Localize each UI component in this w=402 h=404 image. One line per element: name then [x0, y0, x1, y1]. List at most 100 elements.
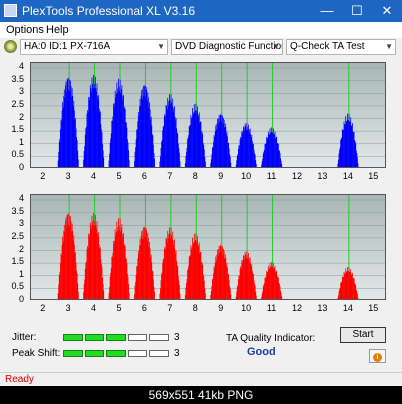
window-title: PlexTools Professional XL V3.16 [22, 4, 195, 18]
x-tick-label: 4 [91, 303, 97, 313]
distribution-bar [104, 167, 105, 168]
x-tick-label: 2 [40, 171, 46, 181]
distribution-peak [210, 244, 232, 299]
meter-segment [84, 334, 105, 341]
x-tick-label: 13 [317, 303, 328, 313]
x-tick-label: 10 [241, 303, 252, 313]
image-caption: 569x551 41kb PNG [0, 386, 402, 404]
function-select-value: DVD Diagnostic Functions [175, 41, 283, 52]
chevron-down-icon: ▼ [272, 42, 280, 51]
chart-svg [31, 63, 385, 168]
menu-options[interactable]: Options [6, 24, 44, 36]
test-select-value: Q-Check TA Test [290, 41, 365, 52]
drive-select-value: HA:0 ID:1 PX-716A [24, 41, 111, 52]
minimize-button[interactable]: — [312, 0, 342, 22]
app-icon [4, 4, 17, 17]
distribution-peak [108, 78, 130, 168]
y-tick-label: 0 [18, 162, 24, 172]
distribution-peak [261, 127, 283, 167]
distribution-bar [129, 167, 130, 168]
y-tick-label: 3 [18, 86, 24, 97]
distribution-bar [281, 164, 283, 167]
distribution-bar [128, 292, 130, 299]
distribution-peak [57, 213, 79, 300]
function-select[interactable]: DVD Diagnostic Functions ▼ [171, 39, 283, 55]
peak-shift-meter [63, 350, 169, 357]
x-tick-label: 9 [218, 171, 224, 181]
distribution-peak [57, 77, 79, 168]
close-button[interactable]: ✕ [372, 0, 402, 22]
meter-segment [149, 334, 169, 341]
x-tick-label: 5 [116, 171, 122, 181]
plot-area [30, 194, 386, 300]
x-tick-label: 5 [116, 303, 122, 313]
distribution-peak [337, 267, 359, 299]
test-select[interactable]: Q-Check TA Test ▼ [286, 39, 396, 55]
x-tick-label: 6 [141, 303, 147, 313]
x-tick-label: 4 [91, 171, 97, 181]
distribution-peak [337, 113, 359, 167]
menu-help[interactable]: Help [46, 24, 69, 36]
distribution-bar [230, 162, 232, 167]
x-tick-label: 3 [65, 303, 71, 313]
peak-shift-label: Peak Shift: [12, 348, 61, 359]
distribution-peak [108, 218, 130, 299]
distribution-peak [184, 103, 206, 167]
distribution-peak [210, 113, 232, 167]
y-tick-label: 2 [18, 243, 24, 254]
distribution-bar [205, 293, 206, 299]
distribution-bar [154, 158, 155, 167]
info-button[interactable]: i [369, 349, 386, 363]
distribution-bar [154, 291, 155, 299]
y-tick-label: 2.5 [11, 230, 24, 241]
info-icon: i [373, 353, 382, 362]
x-tick-label: 2 [40, 303, 46, 313]
y-tick-label: 2 [18, 111, 24, 122]
distribution-bar [357, 293, 358, 299]
meter-segment [127, 350, 148, 357]
x-tick-label: 12 [291, 171, 302, 181]
y-tick-label: 4 [18, 193, 24, 204]
ta-chart-red: 4 3.5 3 2.5 2 1.5 1 0.5 0 2 3 4 5 6 7 8 9 10 11 12 13 14 15 [6, 192, 395, 314]
x-tick-label: 11 [266, 303, 277, 313]
x-tick-label: 12 [291, 303, 302, 313]
distribution-bar [103, 290, 105, 299]
x-tick-label: 13 [317, 171, 328, 181]
toolbar: HA:0 ID:1 PX-716A ▼ DVD Diagnostic Funct… [0, 38, 402, 56]
meter-segment [63, 350, 83, 357]
distribution-bar [77, 159, 79, 167]
y-tick-label: 1.5 [11, 256, 24, 267]
distribution-peak [83, 213, 105, 299]
drive-select[interactable]: HA:0 ID:1 PX-716A ▼ [20, 39, 168, 55]
distribution-bar [230, 294, 232, 299]
meter-segment [149, 350, 169, 357]
distribution-peak [235, 122, 257, 167]
disc-drive-icon [4, 40, 17, 53]
distribution-bar [179, 293, 181, 299]
chevron-down-icon: ▼ [157, 42, 165, 51]
results-panel: Jitter: 3 Peak Shift: 3 TA Quality Indic… [0, 319, 402, 369]
distribution-bar [205, 161, 206, 167]
x-tick-label: 8 [192, 171, 198, 181]
x-tick-label: 11 [266, 171, 277, 181]
distribution-bar [255, 295, 257, 299]
distribution-peak [184, 233, 206, 299]
x-tick-label: 10 [241, 171, 252, 181]
meter-segment [84, 350, 105, 357]
distribution-bar [78, 167, 79, 168]
y-tick-label: 4 [18, 61, 24, 72]
status-text: Ready [5, 374, 34, 385]
y-tick-label: 1 [18, 268, 24, 279]
x-tick-label: 7 [167, 171, 173, 181]
start-button[interactable]: Start [340, 327, 386, 343]
distribution-bar [78, 299, 79, 300]
meter-segment [106, 334, 126, 341]
x-tick-label: 3 [65, 171, 71, 181]
x-tick-label: 15 [368, 171, 379, 181]
meter-segment [106, 350, 126, 357]
x-tick-label: 14 [342, 171, 353, 181]
maximize-button[interactable]: ☐ [342, 0, 372, 22]
meter-segment [63, 334, 83, 341]
distribution-bar [103, 157, 105, 167]
distribution-bar [281, 296, 283, 299]
